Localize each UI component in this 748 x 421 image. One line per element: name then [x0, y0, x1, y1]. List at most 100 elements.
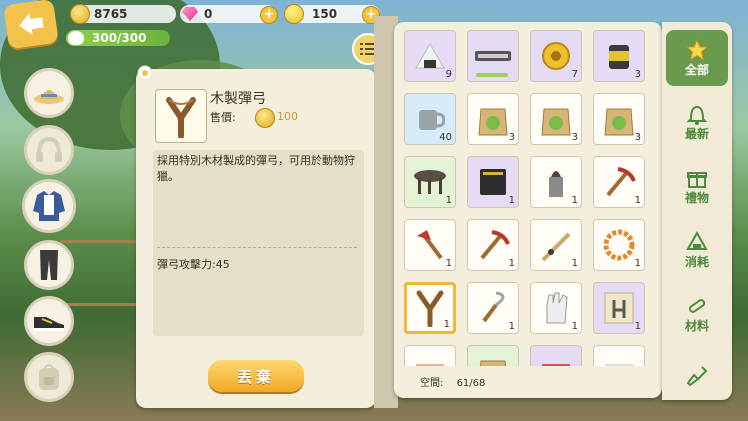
slot-count: 1	[571, 258, 578, 269]
tab-all[interactable]: 全部	[666, 30, 728, 86]
slot-count: 1	[634, 195, 641, 206]
inventory-slot[interactable]	[530, 345, 582, 366]
tab-consumables-label: 消耗	[684, 254, 709, 269]
inventory-grid: 9 7 3 40 3 3 3 1 1 1 1 1 1 1 1 1 1 1 1	[404, 30, 656, 366]
slot-count: 1	[571, 195, 578, 206]
inventory-space: 空間: 61/68	[420, 374, 485, 389]
backpack-icon	[39, 364, 59, 390]
ticket-icon	[284, 4, 304, 24]
tab-materials[interactable]: 材料	[666, 286, 728, 342]
slot-count: 1	[508, 258, 515, 269]
item-price: 100	[277, 110, 298, 123]
inventory-slot[interactable]: 3	[593, 93, 645, 145]
flower-icon	[134, 64, 156, 82]
hat-icon	[34, 90, 64, 104]
inventory-slot[interactable]	[467, 345, 519, 366]
inventory-slot[interactable]: 3	[530, 93, 582, 145]
category-headphones[interactable]	[24, 125, 74, 175]
slingshot-icon	[166, 97, 196, 138]
inventory-slot[interactable]: 1	[404, 219, 456, 271]
ticket-value: 150	[312, 7, 338, 21]
tab-materials-label: 材料	[684, 318, 709, 333]
inventory-slot[interactable]: 1	[530, 219, 582, 271]
rice-ball-icon	[68, 31, 84, 45]
inventory-slot[interactable]: 1	[530, 282, 582, 334]
slot-count: 1	[634, 258, 641, 269]
item-name: 木製彈弓	[210, 91, 266, 107]
inventory-slot[interactable]: 1	[530, 156, 582, 208]
gift-icon	[686, 167, 708, 189]
add-gems-button[interactable]: +	[260, 6, 278, 24]
energy-bar: 300/300	[66, 30, 170, 46]
slot-count: 1	[445, 195, 452, 206]
inventory-slot[interactable]: 1	[467, 282, 519, 334]
slot-count: 1	[571, 321, 578, 332]
inventory-slot[interactable]: 1	[467, 219, 519, 271]
category-shoes[interactable]	[24, 296, 74, 346]
inventory-slot[interactable]: 7	[530, 30, 582, 82]
inventory-slot[interactable]: 9	[404, 30, 456, 82]
inventory-slot[interactable]: 1	[593, 219, 645, 271]
slot-count: 3	[571, 132, 578, 143]
slot-count: 3	[634, 69, 641, 80]
slot-count: 9	[445, 69, 452, 80]
shovel-icon	[686, 365, 708, 387]
tab-consumables[interactable]: 消耗	[666, 222, 728, 278]
item-stat: 彈弓攻擊力:45	[157, 258, 230, 271]
inventory-slot[interactable]: 3	[467, 93, 519, 145]
coin-icon	[255, 108, 275, 128]
gift-box-icon	[531, 346, 581, 366]
inventory-slot[interactable]: 1	[467, 156, 519, 208]
inventory-slot[interactable]: 1	[404, 282, 456, 334]
inventory-slot[interactable]: 3	[593, 30, 645, 82]
scroll-icon	[405, 346, 455, 366]
tab-newest-label: 最新	[684, 126, 709, 141]
inventory-slot[interactable]	[593, 345, 645, 366]
gem-value: 0	[204, 7, 213, 21]
description-divider	[157, 247, 357, 248]
headphones-icon	[36, 136, 62, 162]
item-description: 採用特別木材製成的彈弓，可用於動物狩獵。	[157, 154, 355, 183]
coin-counter: 8765	[70, 4, 176, 24]
category-hat[interactable]	[24, 68, 74, 118]
price-label: 售價:	[210, 111, 236, 124]
inventory-slot[interactable]: 1	[593, 156, 645, 208]
coin-icon	[70, 4, 90, 24]
tab-newest[interactable]: 最新	[666, 94, 728, 150]
shoes-icon	[34, 317, 64, 331]
tab-gifts-label: 禮物	[684, 190, 709, 205]
category-pants[interactable]	[24, 240, 74, 290]
paper-stack-icon	[594, 346, 644, 366]
discard-button[interactable]: 丟棄	[208, 360, 304, 392]
space-label: 空間:	[420, 378, 444, 389]
space-value: 61/68	[456, 378, 486, 389]
inventory-slot[interactable]	[404, 345, 456, 366]
back-arrow-icon	[19, 13, 44, 35]
slot-count: 3	[508, 132, 515, 143]
category-jacket[interactable]	[22, 179, 76, 233]
selected-item-icon	[155, 89, 207, 143]
durability-bar	[476, 73, 508, 77]
seed-bag-icon	[468, 346, 518, 366]
tab-tools[interactable]	[666, 348, 728, 404]
inventory-slot[interactable]	[467, 30, 519, 82]
star-icon	[686, 38, 708, 61]
slot-count: 7	[571, 69, 578, 80]
pants-icon	[40, 250, 58, 280]
gem-icon	[182, 7, 198, 21]
energy-value: 300/300	[92, 31, 147, 45]
wood-icon	[686, 295, 708, 317]
jacket-icon	[33, 191, 65, 221]
inventory-slot[interactable]: 1	[593, 282, 645, 334]
inventory-slot[interactable]: 1	[404, 156, 456, 208]
category-backpack[interactable]	[24, 352, 74, 402]
inventory-slot[interactable]: 40	[404, 93, 456, 145]
slot-count: 1	[508, 321, 515, 332]
tab-gifts[interactable]: 禮物	[666, 158, 728, 214]
tab-all-label: 全部	[684, 62, 709, 77]
coin-value: 8765	[94, 7, 128, 21]
slot-count: 1	[508, 195, 515, 206]
back-button[interactable]	[3, 0, 59, 50]
category-tabs: 全部 最新 禮物 消耗 材料	[662, 22, 732, 400]
rice-ball-icon	[686, 230, 708, 253]
